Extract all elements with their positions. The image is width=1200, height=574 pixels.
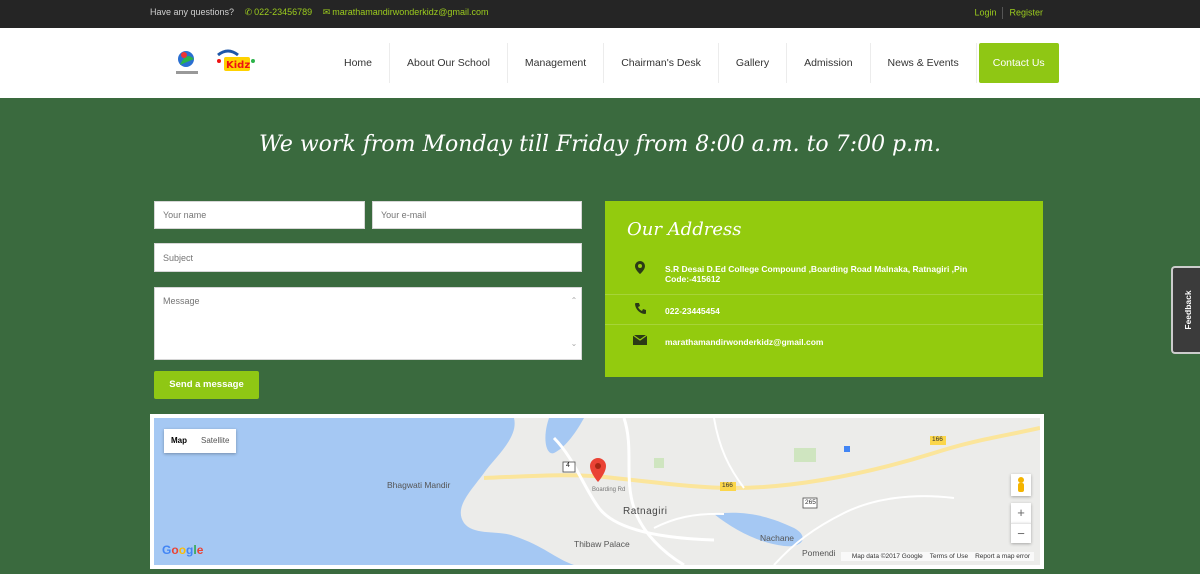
map-label-nachane: Nachane [760,533,795,543]
map-road-4: 4 [566,462,570,469]
mail-icon: ✉ [322,7,331,17]
report-error-link[interactable]: Report a map error [975,553,1030,560]
map-type-map[interactable]: Map [164,429,194,453]
nav-news-events[interactable]: News & Events [871,43,977,83]
map-road-166b: 166 [932,436,943,443]
topbar-email[interactable]: marathamandirwonderkidz@gmail.com [332,7,488,17]
address-location-row: S.R Desai D.Ed College Compound ,Boardin… [605,253,1043,295]
location-pin-icon [633,261,647,277]
map-label-thibaw: Thibaw Palace [574,539,630,549]
map-road-166: 166 [722,482,733,489]
nav-about[interactable]: About Our School [390,43,508,83]
auth-links: Login Register [974,7,1043,19]
site-header: Kidz Home About Our School Management Ch… [0,28,1200,98]
address-email-row: marathamandirwonderkidz@gmail.com [605,325,1043,359]
message-textarea[interactable] [154,287,582,360]
svg-text:Kidz: Kidz [226,60,250,71]
nav-gallery[interactable]: Gallery [719,43,788,83]
feedback-label: Feedback [1183,290,1193,330]
scroll-up-icon[interactable]: ⌃ [569,296,579,305]
zoom-in-button[interactable]: + [1011,503,1031,523]
subject-input[interactable] [154,243,582,272]
address-panel: Our Address S.R Desai D.Ed College Compo… [605,201,1043,377]
login-link[interactable]: Login [974,7,996,17]
name-input[interactable] [154,201,365,229]
topbar-phone[interactable]: 022-23456789 [254,7,312,17]
map-road-265: 265 [805,499,816,506]
site-logo[interactable]: Kidz [172,45,258,81]
zoom-out-button[interactable]: − [1011,523,1031,543]
map-label-boarding-rd: Boarding Rd [592,487,626,493]
scroll-down-icon[interactable]: ⌄ [569,339,579,348]
map-label-bhagwati: Bhagwati Mandir [387,480,451,490]
nav-chairmans-desk[interactable]: Chairman's Desk [604,43,719,83]
terms-link[interactable]: Terms of Use [930,553,968,560]
phone-icon [633,302,647,318]
map-label-pomendi: Pomendi [802,548,836,558]
top-bar: Have any questions? ✆ 022-23456789 ✉ marat… [0,0,1200,28]
logo-graphic: Kidz [176,49,255,74]
nav-admission[interactable]: Admission [787,43,871,83]
address-phone-text[interactable]: 022-23445454 [665,306,1010,316]
send-message-button[interactable]: Send a message [154,371,259,399]
nav-contact-button[interactable]: Contact Us [978,43,1059,83]
questions-text: Have any questions? [150,7,235,17]
textarea-scrollbar[interactable]: ⌃ ⌄ [569,296,579,348]
contact-info: Have any questions? ✆ 022-23456789 ✉ marat… [150,7,488,18]
map-data-text: Map data ©2017 Google [851,553,923,560]
map-type-satellite[interactable]: Satellite [194,429,236,453]
address-email-text[interactable]: marathamandirwonderkidz@gmail.com [665,337,1010,347]
main-nav: Home About Our School Management Chairma… [327,43,1059,83]
divider [1002,7,1004,19]
google-logo[interactable]: Google [162,543,203,557]
working-hours-heading: We work from Monday till Friday from 8:0… [259,132,941,157]
feedback-tab[interactable]: Feedback [1171,266,1200,354]
map-type-toggle: Map Satellite [164,429,237,453]
phone-icon: ✆ [244,7,253,17]
address-title: Our Address [627,219,742,240]
map-label-ratnagiri: Ratnagiri [623,506,668,517]
map-attribution: Map data ©2017 Google Terms of Use Report … [840,552,1034,561]
envelope-icon [632,334,648,348]
google-map[interactable]: Map Satellite Bhagwati Mandir Ratnagiri … [150,414,1044,569]
nav-management[interactable]: Management [508,43,605,83]
register-link[interactable]: Register [1009,7,1043,17]
nav-home[interactable]: Home [327,43,391,83]
email-input[interactable] [372,201,582,229]
pegman-icon[interactable] [1011,474,1031,496]
address-location-text: S.R Desai D.Ed College Compound ,Boardin… [665,264,968,284]
address-phone-row: 022-23445454 [605,295,1043,325]
